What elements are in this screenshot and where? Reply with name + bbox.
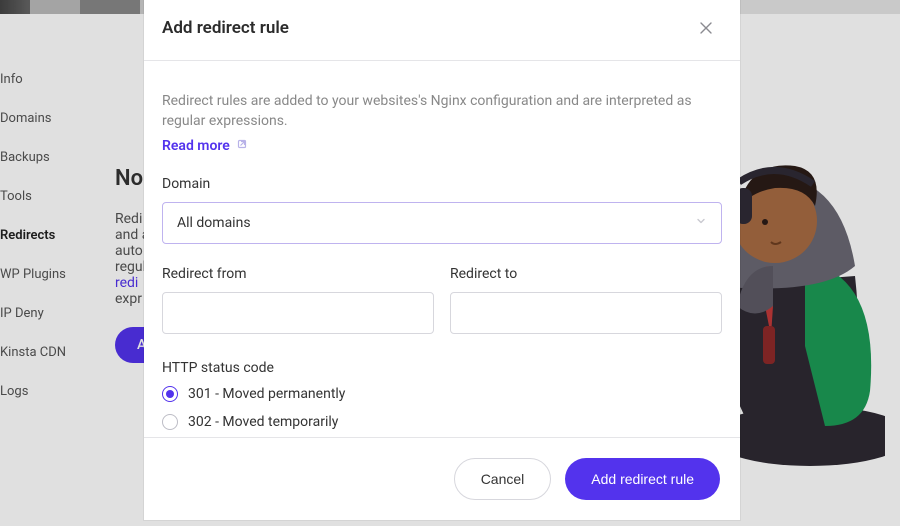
domain-field-group: Domain All domains	[162, 176, 722, 244]
domain-select-value: All domains	[177, 215, 251, 231]
redirect-from-input[interactable]	[162, 292, 434, 334]
status-302-label: 302 - Moved temporarily	[188, 414, 338, 430]
status-301-radio[interactable]: 301 - Moved permanently	[162, 386, 722, 402]
close-icon[interactable]	[696, 18, 716, 38]
redirect-to-group: Redirect to	[450, 266, 722, 334]
modal-footer: Cancel Add redirect rule	[144, 437, 740, 520]
radio-icon	[162, 414, 178, 430]
redirect-to-input[interactable]	[450, 292, 722, 334]
chevron-down-icon	[695, 215, 707, 231]
redirect-fields-row: Redirect from Redirect to	[162, 266, 722, 334]
status-302-radio[interactable]: 302 - Moved temporarily	[162, 414, 722, 430]
domain-select[interactable]: All domains	[162, 202, 722, 244]
read-more-label: Read more	[162, 138, 230, 154]
redirect-to-label: Redirect to	[450, 266, 722, 282]
modal-title: Add redirect rule	[162, 18, 289, 38]
modal-header: Add redirect rule	[144, 0, 740, 61]
read-more-link[interactable]: Read more	[162, 138, 248, 154]
external-link-icon	[236, 138, 248, 153]
status-code-group: HTTP status code 301 - Moved permanently…	[162, 360, 722, 430]
status-301-label: 301 - Moved permanently	[188, 386, 345, 402]
cancel-button[interactable]: Cancel	[454, 458, 552, 500]
radio-icon	[162, 386, 178, 402]
modal-body: Redirect rules are added to your website…	[144, 61, 740, 437]
status-code-label: HTTP status code	[162, 360, 722, 376]
domain-label: Domain	[162, 176, 722, 192]
add-redirect-rule-modal: Add redirect rule Redirect rules are add…	[144, 0, 740, 520]
redirect-from-group: Redirect from	[162, 266, 434, 334]
modal-description: Redirect rules are added to your website…	[162, 91, 722, 132]
add-redirect-rule-button[interactable]: Add redirect rule	[565, 458, 720, 500]
redirect-from-label: Redirect from	[162, 266, 434, 282]
